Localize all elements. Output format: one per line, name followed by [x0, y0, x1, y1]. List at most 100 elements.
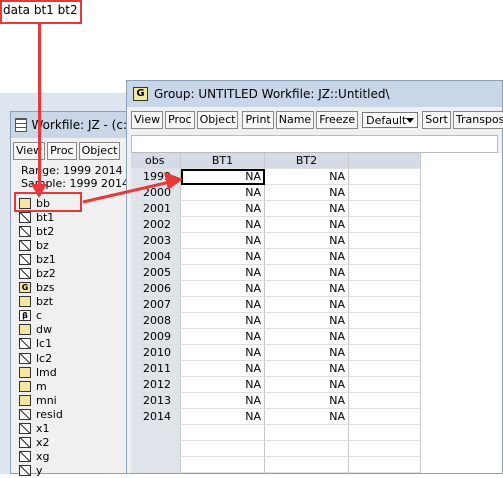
bt2-cell[interactable]: NA — [265, 281, 349, 297]
list-item[interactable]: lmd — [19, 365, 63, 379]
bt1-cell[interactable]: NA — [181, 265, 265, 281]
bt1-cell[interactable]: NA — [181, 249, 265, 265]
bt1-cell[interactable]: NA — [181, 233, 265, 249]
list-item[interactable]: lc1 — [19, 337, 63, 351]
empty-cell[interactable] — [131, 441, 181, 457]
workfile-object-button[interactable]: Object — [78, 142, 121, 160]
obs-cell[interactable]: 2010 — [131, 345, 181, 361]
list-item[interactable]: xg — [19, 450, 63, 464]
group-transpose-button[interactable]: Transpose — [452, 111, 503, 129]
list-item[interactable]: βc — [19, 309, 63, 323]
empty-cell[interactable] — [349, 297, 421, 313]
bt1-cell[interactable]: NA — [181, 377, 265, 393]
list-item[interactable]: y — [19, 464, 63, 478]
empty-cell[interactable] — [349, 361, 421, 377]
obs-cell[interactable]: 2009 — [131, 329, 181, 345]
bt2-cell[interactable]: NA — [265, 345, 349, 361]
bt1-cell[interactable]: NA — [181, 393, 265, 409]
obs-cell[interactable]: 2003 — [131, 233, 181, 249]
group-object-button[interactable]: Object — [196, 111, 239, 129]
list-item[interactable]: bz2 — [19, 266, 63, 280]
empty-cell[interactable] — [131, 457, 181, 473]
empty-cell[interactable] — [131, 425, 181, 441]
empty-cell[interactable] — [349, 457, 421, 473]
bt2-cell[interactable]: NA — [265, 217, 349, 233]
bt1-cell[interactable]: NA — [181, 297, 265, 313]
bt2-cell[interactable]: NA — [265, 329, 349, 345]
bt2-cell[interactable]: NA — [265, 297, 349, 313]
bt1-cell[interactable]: NA — [181, 201, 265, 217]
empty-cell[interactable] — [265, 441, 349, 457]
obs-cell[interactable]: 2001 — [131, 201, 181, 217]
bt1-cell[interactable]: NA — [181, 313, 265, 329]
empty-cell[interactable] — [181, 441, 265, 457]
obs-cell[interactable]: 2013 — [131, 393, 181, 409]
group-view-button[interactable]: View — [131, 111, 164, 129]
list-item[interactable]: bt1 — [19, 210, 63, 224]
list-item[interactable]: m — [19, 379, 63, 393]
bt2-cell[interactable]: NA — [265, 265, 349, 281]
obs-cell[interactable]: 2014 — [131, 409, 181, 425]
obs-cell[interactable]: 2005 — [131, 265, 181, 281]
obs-cell[interactable]: 2002 — [131, 217, 181, 233]
list-item[interactable]: x2 — [19, 436, 63, 450]
empty-cell[interactable] — [349, 425, 421, 441]
bt2-header[interactable]: BT2 — [265, 153, 349, 169]
empty-cell[interactable] — [265, 425, 349, 441]
bt1-cell[interactable]: NA — [181, 217, 265, 233]
workfile-range[interactable]: Range: 1999 2014 — [11, 164, 127, 177]
empty-cell[interactable] — [349, 185, 421, 201]
empty-cell[interactable] — [349, 217, 421, 233]
cell-edit-field[interactable] — [131, 135, 498, 153]
group-proc-button[interactable]: Proc — [165, 111, 195, 129]
list-item[interactable]: bzt — [19, 295, 63, 309]
empty-cell[interactable] — [181, 457, 265, 473]
bt2-cell[interactable]: NA — [265, 377, 349, 393]
obs-cell[interactable]: 2004 — [131, 249, 181, 265]
bt2-cell[interactable]: NA — [265, 233, 349, 249]
list-item[interactable]: lc2 — [19, 351, 63, 365]
workfile-window[interactable]: Workfile: JZ - (c: View Proc Object Rang… — [10, 111, 128, 477]
bt1-cell[interactable]: NA — [181, 169, 265, 185]
empty-cell[interactable] — [349, 265, 421, 281]
empty-cell[interactable] — [349, 441, 421, 457]
obs-cell[interactable]: 2012 — [131, 377, 181, 393]
bt1-cell[interactable]: NA — [181, 361, 265, 377]
empty-cell[interactable] — [349, 313, 421, 329]
bt1-cell[interactable]: NA — [181, 281, 265, 297]
empty-cell[interactable] — [349, 201, 421, 217]
bt2-cell[interactable]: NA — [265, 361, 349, 377]
list-item[interactable]: resid — [19, 407, 63, 421]
obs-cell[interactable]: 2011 — [131, 361, 181, 377]
bt2-cell[interactable]: NA — [265, 169, 349, 185]
format-dropdown[interactable]: Default — [362, 112, 419, 128]
bt2-cell[interactable]: NA — [265, 409, 349, 425]
list-item[interactable]: bt2 — [19, 224, 63, 238]
group-sort-button[interactable]: Sort — [422, 111, 451, 129]
empty-cell[interactable] — [181, 425, 265, 441]
empty-cell[interactable] — [349, 345, 421, 361]
empty-cell[interactable] — [349, 409, 421, 425]
list-item[interactable]: Gbzs — [19, 281, 63, 295]
list-item[interactable]: dw — [19, 323, 63, 337]
empty-cell[interactable] — [349, 281, 421, 297]
obs-cell[interactable]: 2006 — [131, 281, 181, 297]
bt2-cell[interactable]: NA — [265, 313, 349, 329]
list-item[interactable]: bz1 — [19, 252, 63, 266]
obs-cell[interactable]: 1999 — [131, 169, 181, 185]
bt2-cell[interactable]: NA — [265, 185, 349, 201]
bt2-cell[interactable]: NA — [265, 249, 349, 265]
empty-cell[interactable] — [349, 377, 421, 393]
obs-cell[interactable]: 2008 — [131, 313, 181, 329]
group-titlebar[interactable]: G Group: UNTITLED Workfile: JZ::Untitled… — [127, 81, 502, 107]
empty-cell[interactable] — [349, 169, 421, 185]
list-item[interactable]: mni — [19, 393, 63, 407]
empty-cell[interactable] — [349, 329, 421, 345]
bt1-header[interactable]: BT1 — [181, 153, 265, 169]
group-name-button[interactable]: Name — [275, 111, 315, 129]
bt1-cell[interactable]: NA — [181, 185, 265, 201]
spreadsheet[interactable]: obs BT1 BT2 1999 NA NA 2000 NA NA 2001 NA NA 2002… — [131, 153, 502, 473]
bt1-cell[interactable]: NA — [181, 409, 265, 425]
empty-cell[interactable] — [349, 233, 421, 249]
workfile-titlebar[interactable]: Workfile: JZ - (c: — [11, 112, 127, 138]
